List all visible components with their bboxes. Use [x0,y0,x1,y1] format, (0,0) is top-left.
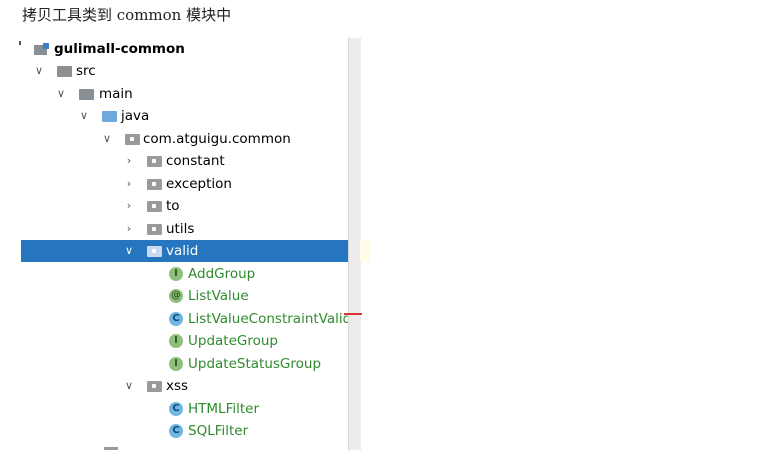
tree-label-subpackage: exception [166,176,232,192]
page-heading: 拷贝工具类到 common 模块中 [22,6,232,24]
module-icon [34,43,49,56]
interface-icon: I [169,334,183,348]
tree-row-updatestatusgroup[interactable]: I UpdateStatusGroup [21,353,360,375]
tree-label-subpackage: utils [166,221,195,237]
tree-row-constant[interactable]: › constant [21,150,360,172]
tree-label-main: main [99,86,133,102]
package-icon [125,134,140,145]
interface-icon: I [169,357,183,371]
tree-row-java[interactable]: ∨ java [21,105,360,127]
tree-label-class: AddGroup [188,266,256,282]
tree-label-xss: xss [166,378,189,394]
tree-row-exception[interactable]: › exception [21,173,360,195]
tree-row-listvalue[interactable]: @ ListValue [21,285,360,307]
tree-row-utils[interactable]: › utils [21,218,360,240]
class-icon: C [169,402,183,416]
chevron-down-icon[interactable]: ∨ [122,375,136,397]
folder-icon [57,66,72,77]
tree-label-subpackage: to [166,198,180,214]
tree-row-addgroup[interactable]: I AddGroup [21,263,360,285]
tree-row-sqlfilter[interactable]: C SQLFilter [21,420,360,442]
tree-label-package: com.atguigu.common [143,131,291,147]
tree-row-xss[interactable]: ∨ xss [21,375,360,397]
package-icon [147,179,162,190]
tree-label-class: UpdateGroup [188,333,278,349]
tree-row-to[interactable]: › to [21,195,360,217]
class-icon: C [169,312,183,326]
chevron-right-icon[interactable]: › [122,150,136,172]
folder-icon [102,111,117,122]
tree-row-listvalueconstraintvalidator[interactable]: C ListValueConstraintValidator [21,308,360,330]
chevron-right-icon[interactable]: › [122,195,136,217]
tree-label-class: HTMLFilter [188,401,260,417]
tree-row-src[interactable]: ∨ src [21,60,360,82]
tree-row-main[interactable]: ∨ main [21,83,360,105]
chevron-down-icon[interactable]: ∨ [54,83,68,105]
tree-row-valid-selected[interactable]: ∨ valid [21,240,360,262]
chevron-down-icon[interactable]: ∨ [122,240,136,262]
tree-label-subpackage: constant [166,153,225,169]
tree-label-module: gulimall-common [54,41,185,57]
chevron-right-icon[interactable]: › [122,218,136,240]
tree-label-valid: valid [166,243,199,259]
class-icon: C [169,424,183,438]
tree-row-updategroup[interactable]: I UpdateGroup [21,330,360,352]
folder-icon [79,89,94,100]
selection-highlight-extension [360,240,370,262]
chevron-down-icon[interactable]: ∨ [32,60,46,82]
tree-label-class: ListValue [188,288,249,304]
tree-label-class: SQLFilter [188,423,249,439]
package-icon [147,156,162,167]
tree-label-src: src [76,63,96,79]
error-underline-mark [344,313,362,315]
package-icon [147,224,162,235]
tree-label-class: ListValueConstraintValidator [188,311,360,327]
chevron-down-icon[interactable]: ∨ [100,128,114,150]
chevron-down-icon[interactable]: ∨ [77,105,91,127]
chevron-right-icon[interactable]: › [122,173,136,195]
tree-row-package[interactable]: ∨ com.atguigu.common [21,128,360,150]
tree-row-htmlfilter[interactable]: C HTMLFilter [21,398,360,420]
project-tree-panel: gulimall-common ∨ src ∨ main ∨ java ∨ co… [21,38,360,450]
tree-row-module[interactable]: gulimall-common [21,38,360,60]
interface-icon: I [169,267,183,281]
annotation-icon: @ [169,289,183,303]
cut-off-tree-row [104,447,118,450]
package-icon [147,201,162,212]
tree-label-java: java [121,108,150,124]
package-icon [147,381,162,392]
tree-label-class: UpdateStatusGroup [188,356,322,372]
package-icon [147,246,162,257]
